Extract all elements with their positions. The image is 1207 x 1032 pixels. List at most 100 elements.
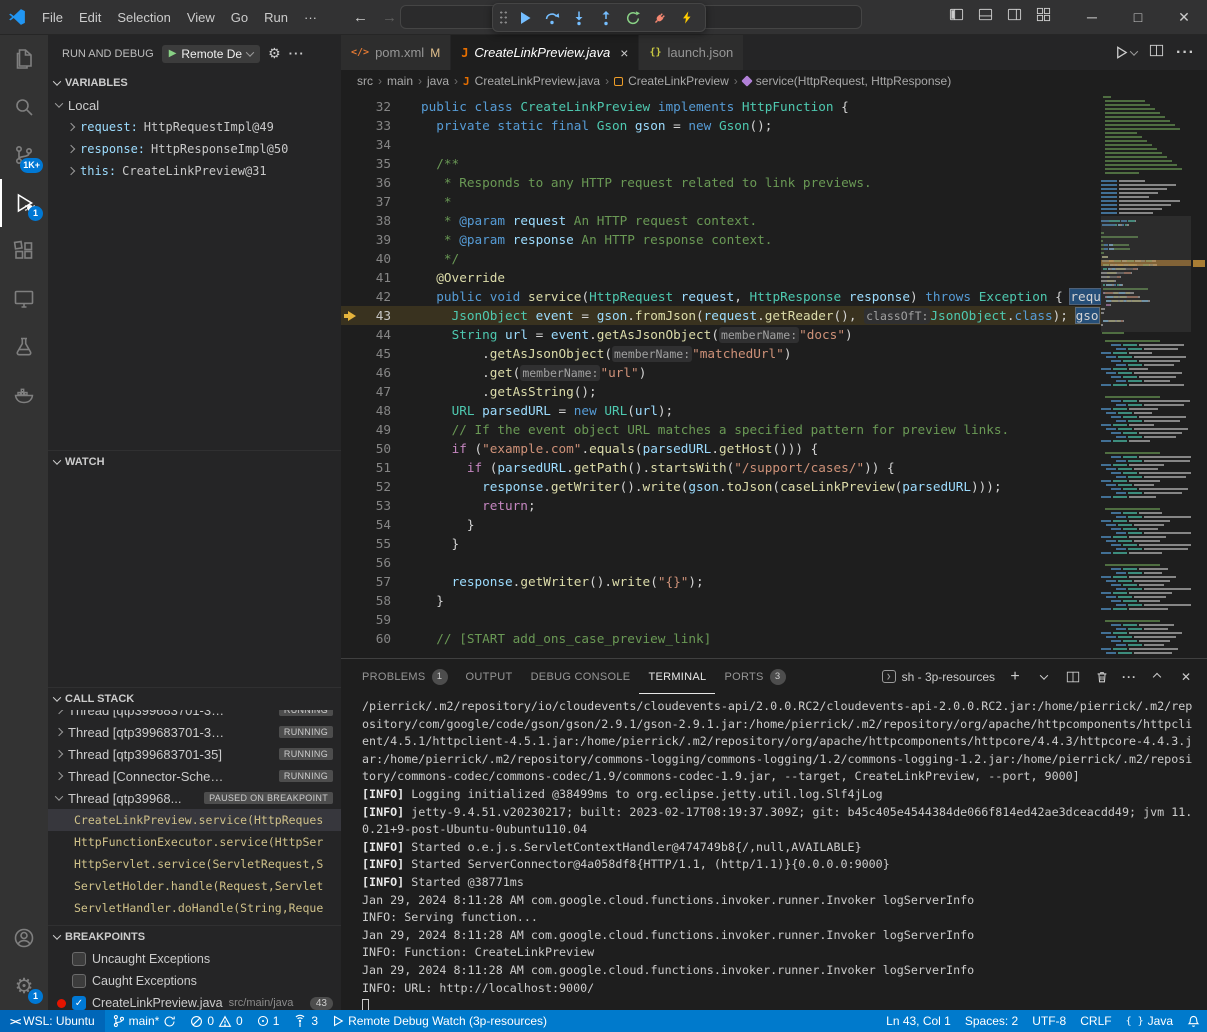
code-line-50[interactable]: 50 if ("example.com".equals(parsedURL.ge… xyxy=(341,439,1101,458)
tab-pom-xml[interactable]: </>pom.xmlM xyxy=(341,35,451,70)
code-line-34[interactable]: 34 xyxy=(341,135,1101,154)
tab-launch-json[interactable]: {}launch.json xyxy=(639,35,744,70)
editor-more-actions-icon[interactable]: ··· xyxy=(1176,44,1195,62)
activity-docker-icon[interactable] xyxy=(0,371,48,419)
call-stack-header[interactable]: CALL STACK xyxy=(48,688,341,710)
split-editor-icon[interactable] xyxy=(1149,43,1164,63)
kill-terminal-trash-icon[interactable] xyxy=(1093,668,1111,686)
activity-source-control-icon[interactable]: 1K+ xyxy=(0,131,48,179)
code-line-57[interactable]: 57 response.getWriter().write("{}"); xyxy=(341,572,1101,591)
overview-ruler[interactable] xyxy=(1191,92,1207,658)
settings-gear-icon[interactable]: ⚙ 1 xyxy=(0,962,48,1010)
cursor-position-status[interactable]: Ln 43, Col 1 xyxy=(879,1010,958,1032)
menu-run[interactable]: Run xyxy=(256,7,296,28)
callstack-thread[interactable]: Thread [qtp399683701-33-acce...RUNNING xyxy=(48,710,341,721)
minimap-slider[interactable] xyxy=(1101,216,1191,332)
run-options-chevron-icon[interactable] xyxy=(1130,47,1138,55)
breadcrumb-item[interactable]: main xyxy=(387,74,413,88)
code-line-39[interactable]: 39 * @param response An HTTP response co… xyxy=(341,230,1101,249)
breakpoint-checkbox[interactable]: ✓ xyxy=(72,996,86,1010)
code-line-60[interactable]: 60 // [START add_ons_case_preview_link] xyxy=(341,629,1101,648)
status-count[interactable]: 1 xyxy=(250,1010,287,1032)
debug-config-dropdown[interactable]: ▶ Remote De xyxy=(162,45,260,63)
breakpoint-row[interactable]: Uncaught Exceptions xyxy=(48,948,341,970)
code-line-55[interactable]: 55 } xyxy=(341,534,1101,553)
terminal-profiles-chevron-icon[interactable] xyxy=(1035,668,1053,686)
variable-row[interactable]: this:CreateLinkPreview@31 xyxy=(48,160,341,182)
code-line-33[interactable]: 33 private static final Gson gson = new … xyxy=(341,116,1101,135)
callstack-frame[interactable]: HttpServlet.service(ServletRequest,S xyxy=(48,853,341,875)
terminal-output[interactable]: /pierrick/.m2/repository/io/cloudevents/… xyxy=(341,694,1207,1010)
panel-tab-debug-console[interactable]: DEBUG CONSOLE xyxy=(522,659,640,694)
tab-createlinkpreview-java[interactable]: JCreateLinkPreview.java× xyxy=(451,35,639,70)
debug-disconnect-button[interactable] xyxy=(648,6,672,30)
debug-restart-button[interactable] xyxy=(621,6,645,30)
breakpoint-row[interactable]: ✓CreateLinkPreview.javasrc/main/java43 xyxy=(48,992,341,1010)
remote-indicator[interactable]: >< WSL: Ubuntu xyxy=(0,1010,105,1032)
toolbar-grip-icon[interactable] xyxy=(499,10,508,25)
code-line-56[interactable]: 56 xyxy=(341,553,1101,572)
menu-selection[interactable]: Selection xyxy=(109,7,178,28)
scope-local[interactable]: Local xyxy=(48,94,341,116)
accounts-icon[interactable] xyxy=(0,914,48,962)
panel-tab-ports[interactable]: PORTS3 xyxy=(715,659,794,694)
customize-layout-icon[interactable] xyxy=(1036,7,1051,27)
close-button[interactable]: ✕ xyxy=(1161,0,1207,34)
callstack-frame[interactable]: ServletHolder.handle(Request,Servlet xyxy=(48,875,341,897)
close-tab-icon[interactable]: × xyxy=(620,45,628,61)
debug-settings-gear-icon[interactable]: ⚙ xyxy=(268,45,281,62)
activity-extensions-icon[interactable] xyxy=(0,227,48,275)
code-line-44[interactable]: 44 String url = event.getAsJsonObject(me… xyxy=(341,325,1101,344)
breadcrumb-item[interactable]: src xyxy=(357,74,373,88)
minimap[interactable] xyxy=(1101,92,1191,658)
code-line-58[interactable]: 58 } xyxy=(341,591,1101,610)
code-line-59[interactable]: 59 xyxy=(341,610,1101,629)
activity-testing-icon[interactable] xyxy=(0,323,48,371)
menu-go[interactable]: Go xyxy=(223,7,256,28)
menu-edit[interactable]: Edit xyxy=(71,7,109,28)
callstack-thread[interactable]: Thread [Connector-Scheduler-...RUNNING xyxy=(48,765,341,787)
breakpoint-row[interactable]: Caught Exceptions xyxy=(48,970,341,992)
run-java-button[interactable] xyxy=(1114,45,1137,60)
callstack-frame[interactable]: ServletHandler.doHandle(String,Reque xyxy=(48,897,341,919)
eol-status[interactable]: CRLF xyxy=(1073,1010,1118,1032)
ports-forwarded-status[interactable]: 3 xyxy=(286,1010,325,1032)
start-debug-icon[interactable]: ▶ xyxy=(169,48,177,59)
debug-step-out-button[interactable] xyxy=(594,6,618,30)
terminal-instance-item[interactable]: ❯ sh - 3p-resources xyxy=(882,670,995,684)
breakpoint-checkbox[interactable] xyxy=(72,974,86,988)
maximize-button[interactable]: □ xyxy=(1115,0,1161,34)
debug-session-status[interactable]: Remote Debug Watch (3p-resources) xyxy=(325,1010,554,1032)
debug-continue-button[interactable] xyxy=(513,6,537,30)
panel-tab-problems[interactable]: PROBLEMS1 xyxy=(353,659,457,694)
activity-remote-explorer-icon[interactable] xyxy=(0,275,48,323)
breadcrumb-item[interactable]: service(HttpRequest, HttpResponse) xyxy=(756,74,951,88)
nav-forward-icon[interactable]: → xyxy=(382,9,397,26)
callstack-thread[interactable]: Thread [qtp399683701-35]RUNNING xyxy=(48,743,341,765)
panel-tab-terminal[interactable]: TERMINAL xyxy=(639,659,715,694)
code-line-47[interactable]: 47 .getAsString(); xyxy=(341,382,1101,401)
code-line-32[interactable]: 32public class CreateLinkPreview impleme… xyxy=(341,97,1101,116)
callstack-thread[interactable]: Thread [qtp399683701-34-acce...RUNNING xyxy=(48,721,341,743)
code-line-40[interactable]: 40 */ xyxy=(341,249,1101,268)
encoding-status[interactable]: UTF-8 xyxy=(1025,1010,1073,1032)
callstack-frame[interactable]: ScopedHandler.handle(String,Request, xyxy=(48,919,341,925)
debug-step-over-button[interactable] xyxy=(540,6,564,30)
code-line-49[interactable]: 49 // If the event object URL matches a … xyxy=(341,420,1101,439)
indentation-status[interactable]: Spaces: 2 xyxy=(958,1010,1025,1032)
git-branch-status[interactable]: main* xyxy=(105,1010,184,1032)
sidebar-more-actions-icon[interactable]: ··· xyxy=(289,46,305,61)
code-line-54[interactable]: 54 } xyxy=(341,515,1101,534)
menu-more[interactable]: ··· xyxy=(296,7,325,28)
maximize-panel-chevron-icon[interactable] xyxy=(1148,668,1166,686)
code-line-38[interactable]: 38 * @param request An HTTP request cont… xyxy=(341,211,1101,230)
callstack-frame[interactable]: CreateLinkPreview.service(HttpReques xyxy=(48,809,341,831)
code-line-37[interactable]: 37 * xyxy=(341,192,1101,211)
activity-run-debug-icon[interactable]: 1 xyxy=(0,179,48,227)
hot-code-replace-button[interactable] xyxy=(675,6,699,30)
menu-file[interactable]: File xyxy=(34,7,71,28)
close-panel-icon[interactable]: ✕ xyxy=(1177,668,1195,686)
watch-header[interactable]: WATCH xyxy=(48,451,341,473)
menu-view[interactable]: View xyxy=(179,7,223,28)
variables-header[interactable]: VARIABLES xyxy=(48,72,341,94)
